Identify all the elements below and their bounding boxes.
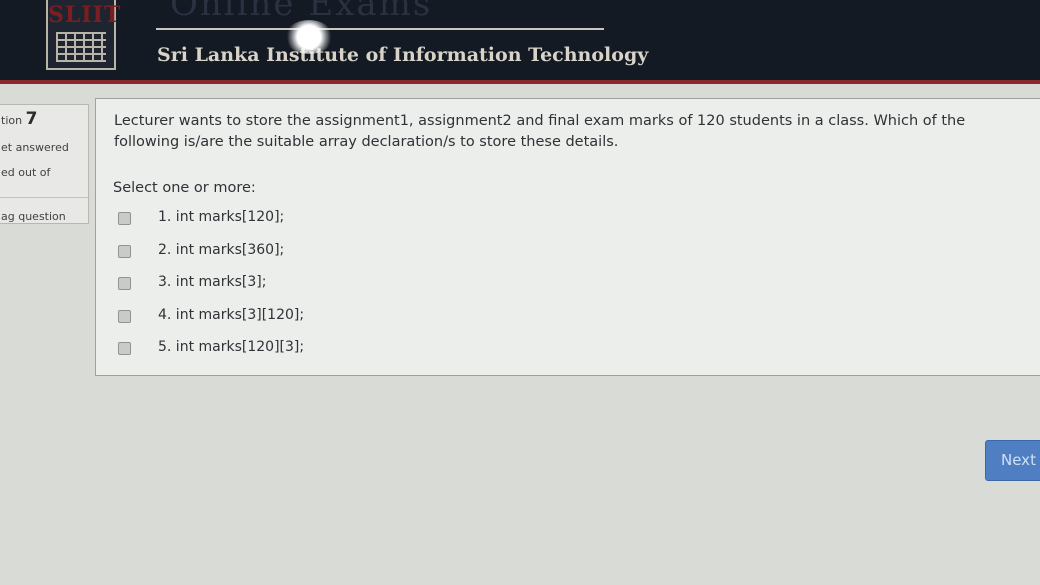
option-checkbox[interactable] xyxy=(118,342,131,355)
option-checkbox[interactable] xyxy=(118,245,131,258)
question-info-panel: tion 7 et answered ed out of ag question xyxy=(0,104,90,224)
answer-prompt: Select one or more: xyxy=(113,180,256,196)
site-subtitle: Sri Lanka Institute of Information Techn… xyxy=(157,44,649,66)
question-prefix: tion xyxy=(1,114,23,127)
option-checkbox[interactable] xyxy=(118,310,131,323)
info-divider xyxy=(0,197,90,198)
option-checkbox[interactable] xyxy=(118,277,131,290)
logo-emblem xyxy=(56,32,106,62)
option-label[interactable]: 1. int marks[120]; xyxy=(158,209,284,225)
question-status: et answered xyxy=(1,141,69,154)
question-marks: ed out of xyxy=(1,166,51,179)
option-checkbox[interactable] xyxy=(118,212,131,225)
screen-glare xyxy=(285,20,333,54)
option-label[interactable]: 2. int marks[360]; xyxy=(158,242,284,258)
option-label[interactable]: 4. int marks[3][120]; xyxy=(158,307,304,323)
question-content: Lecturer wants to store the assignment1,… xyxy=(95,98,1040,376)
question-number-label: tion 7 xyxy=(1,109,37,129)
flag-question-link[interactable]: ag question xyxy=(1,210,66,223)
logo-text: SLIIT xyxy=(48,2,122,28)
sliit-logo: SLIIT xyxy=(46,0,122,70)
question-number: 7 xyxy=(25,109,38,129)
next-button[interactable]: Next xyxy=(985,440,1040,481)
question-text: Lecturer wants to store the assignment1,… xyxy=(114,113,966,150)
option-label[interactable]: 3. int marks[3]; xyxy=(158,274,266,290)
option-label[interactable]: 5. int marks[120][3]; xyxy=(158,339,304,355)
site-header: SLIIT Online Exams Sri Lanka Institute o… xyxy=(0,0,1040,84)
header-divider xyxy=(156,28,604,30)
